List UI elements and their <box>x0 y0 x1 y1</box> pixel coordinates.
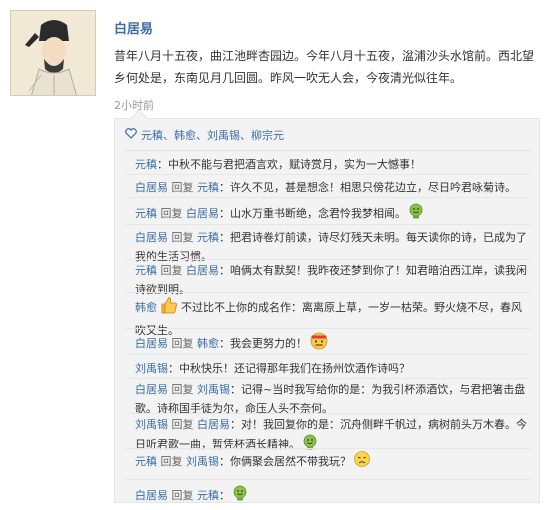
reply-target[interactable]: 刘禹锡 <box>186 455 219 468</box>
thumbs-up-emoji <box>159 295 179 321</box>
comment-colon: ： <box>157 158 168 171</box>
comment-item: 元稹 回复 刘禹锡：你俩聚会居然不带我玩？ <box>125 450 531 480</box>
comment-colon: ： <box>168 362 179 375</box>
comment-divider <box>125 479 531 480</box>
reply-target[interactable]: 元稹 <box>197 181 219 194</box>
comment-text: 许久不见，甚是想念！相思只傍花边立，尽日吟君咏菊诗。 <box>230 181 516 194</box>
comment-divider <box>125 378 531 379</box>
comments-panel: 元稹、韩愈、刘禹锡、柳宗元 元稹：中秋不能与君把酒言欢，赋诗赏月，实为一大憾事！… <box>114 109 540 505</box>
comment-colon: ： <box>219 231 230 244</box>
comment-author[interactable]: 刘禹锡 <box>135 362 168 375</box>
heart-icon <box>125 128 137 142</box>
comment-colon: ： <box>230 383 241 396</box>
sad-emoji <box>353 450 371 474</box>
comment-item: 元稹：中秋不能与君把酒言欢，赋诗赏月，实为一大憾事！ <box>125 155 531 175</box>
reply-word: 回复 <box>171 231 194 244</box>
comment-item: 白居易 回复 元稹：许久不见，甚是想念！相思只傍花边立，尽日吟君咏菊诗。 <box>125 178 531 198</box>
comment-colon: ： <box>230 418 241 431</box>
comment-colon: ： <box>219 337 230 350</box>
comment-colon: ： <box>219 264 230 277</box>
avatar[interactable] <box>10 10 96 96</box>
reply-target[interactable]: 韩愈 <box>197 337 219 350</box>
comment-divider <box>125 328 531 329</box>
comment-colon: ： <box>219 181 230 194</box>
comment-author[interactable]: 白居易 <box>135 231 168 244</box>
comment-colon: ： <box>219 455 230 468</box>
reply-target[interactable]: 刘禹锡 <box>197 383 230 396</box>
reply-word: 回复 <box>160 207 183 220</box>
reply-word: 回复 <box>171 337 194 350</box>
comment-item: 白居易 回复 元稹： <box>125 485 531 510</box>
reply-word: 回复 <box>171 418 194 431</box>
likes-names[interactable]: 元稹、韩愈、刘禹锡、柳宗元 <box>141 129 284 142</box>
comment-author[interactable]: 白居易 <box>135 337 168 350</box>
comment-divider <box>125 292 531 293</box>
comment-author[interactable]: 元稹 <box>135 158 157 171</box>
comment-list: 元稹：中秋不能与君把酒言欢，赋诗赏月，实为一大憾事！ 白居易 回复 元稹：许久不见… <box>125 155 535 505</box>
comment-text: 我会更努力的！ <box>230 337 307 350</box>
comment-divider <box>125 259 531 260</box>
avatar-portrait <box>11 11 95 95</box>
reply-word: 回复 <box>160 455 183 468</box>
smile-emoji <box>232 485 248 507</box>
comment-author[interactable]: 元稹 <box>135 264 157 277</box>
comment-text: 山水万重书断绝，念君怜我梦相闻。 <box>230 207 406 220</box>
comment-divider <box>125 354 531 355</box>
reply-word: 回复 <box>160 264 183 277</box>
reply-target[interactable]: 白居易 <box>186 264 219 277</box>
comment-text: 对！我回复你的是：沉舟侧畔千帆过，病树前头万木春。今日听君歌一曲，暂凭杯酒长精神… <box>135 418 527 451</box>
reply-word: 回复 <box>171 489 194 502</box>
comment-author[interactable]: 韩愈 <box>135 301 157 314</box>
comment-text: 你俩聚会居然不带我玩？ <box>230 455 351 468</box>
comment-author[interactable]: 白居易 <box>135 489 168 502</box>
comment-divider <box>125 197 531 198</box>
reply-word: 回复 <box>171 383 194 396</box>
comment-divider <box>125 413 531 414</box>
post-timestamp[interactable]: 2小时前 <box>114 97 154 113</box>
comment-author[interactable]: 白居易 <box>135 383 168 396</box>
comment-text: 记得~当时我写给你的是：为我引杯添酒饮，与君把箸击盘歌。诗称国手徒为尔，命压人头… <box>135 383 526 415</box>
comment-author[interactable]: 元稹 <box>135 455 157 468</box>
comment-divider <box>125 174 531 175</box>
comment-text: 中秋不能与君把酒言欢，赋诗赏月，实为一大憾事！ <box>168 158 421 171</box>
reply-target[interactable]: 元稹 <box>197 231 219 244</box>
comment-author[interactable]: 白居易 <box>135 181 168 194</box>
comment-divider <box>125 448 531 449</box>
comment-author[interactable]: 刘禹锡 <box>135 418 168 431</box>
post-content: 白居易 昔年八月十五夜，曲江池畔杏园边。今年八月十五夜，湓浦沙头水馆前。西北望乡… <box>114 18 534 113</box>
post-author-name[interactable]: 白居易 <box>114 18 153 37</box>
comment-item: 刘禹锡：中秋快乐！还记得那年我们在扬州饮酒作诗吗？ <box>125 359 531 379</box>
reply-target[interactable]: 白居易 <box>186 207 219 220</box>
reply-word: 回复 <box>171 181 194 194</box>
comment-item: 元稹 回复 白居易：山水万重书断绝，念君怜我梦相闻。 <box>125 203 531 225</box>
smile-emoji <box>408 203 424 225</box>
post-text: 昔年八月十五夜，曲江池畔杏园边。今年八月十五夜，湓浦沙头水馆前。西北望乡何处是，… <box>114 49 535 85</box>
comment-item: 元稹 回复 白居易：咱俩太有默契！我昨夜还梦到你了！知君暗泊西江岸，读我闲诗欲到… <box>125 261 531 299</box>
comment-text: 中秋快乐！还记得那年我们在扬州饮酒作诗吗？ <box>179 362 410 375</box>
comment-colon: ： <box>219 489 230 502</box>
comment-divider <box>125 224 531 225</box>
reply-target[interactable]: 白居易 <box>197 418 230 431</box>
comment-colon: ： <box>219 207 230 220</box>
comment-author[interactable]: 元稹 <box>135 207 157 220</box>
likes-row: 元稹、韩愈、刘禹锡、柳宗元 <box>125 127 531 151</box>
reply-target[interactable]: 元稹 <box>197 489 219 502</box>
